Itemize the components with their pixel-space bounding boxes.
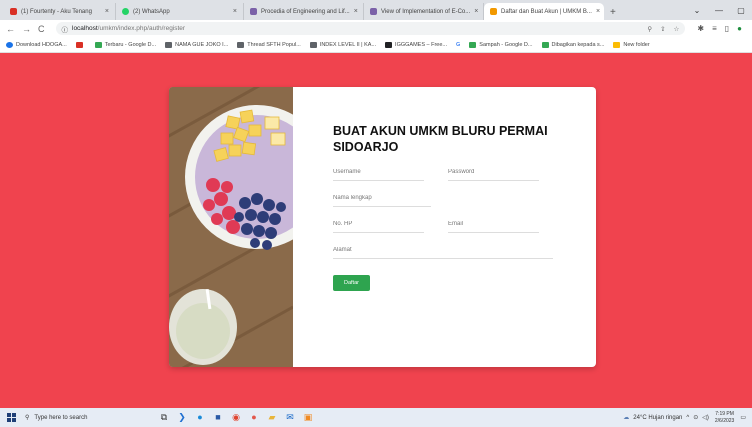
app-icon[interactable]: ▣ bbox=[299, 412, 317, 423]
drive-icon bbox=[94, 41, 102, 48]
address-input[interactable] bbox=[333, 247, 553, 259]
register-card: BUAT AKUN UMKM BLURU PERMAI SIDOARJO Daf… bbox=[169, 87, 596, 367]
search-icon: ⚲ bbox=[25, 415, 30, 421]
new-tab-button[interactable]: + bbox=[604, 7, 622, 20]
speaker-icon[interactable]: ◁) bbox=[702, 414, 709, 421]
maximize-button[interactable]: ▢ bbox=[730, 6, 752, 15]
register-form: BUAT AKUN UMKM BLURU PERMAI SIDOARJO Daf… bbox=[333, 123, 563, 291]
reload-icon[interactable]: C bbox=[38, 24, 45, 34]
form-title: BUAT AKUN UMKM BLURU PERMAI SIDOARJO bbox=[333, 124, 548, 154]
food-photo bbox=[169, 87, 293, 367]
bookmark-icon bbox=[165, 41, 173, 48]
minimize-button[interactable]: — bbox=[708, 6, 730, 15]
window-controls: ⌄ — ▢ bbox=[686, 0, 752, 20]
info-icon: ⓘ bbox=[61, 26, 69, 34]
phone-input[interactable] bbox=[333, 221, 424, 233]
store-icon[interactable]: ■ bbox=[209, 412, 227, 423]
bookmark-item[interactable]: New folder bbox=[613, 41, 650, 48]
weather-icon[interactable]: ☁ bbox=[623, 414, 629, 421]
file-explorer-icon[interactable]: ▰ bbox=[263, 412, 281, 423]
password-input[interactable] bbox=[448, 169, 539, 181]
bookmark-item[interactable] bbox=[75, 41, 86, 48]
windows-taskbar: ⚲ Type here to search ⧉ ❯ ● ■ ◉ ● ▰ ✉ ▣ … bbox=[0, 408, 752, 427]
system-tray: ☁ 24°C Hujan ringan ^ ⊙ ◁) 7:19 PM 2/6/2… bbox=[623, 411, 746, 424]
mail-icon[interactable]: ✉ bbox=[281, 412, 299, 423]
bookmark-star-icon[interactable]: ☆ bbox=[674, 25, 680, 33]
bookmark-item[interactable]: Terbaru - Google D... bbox=[94, 41, 156, 48]
page-icon bbox=[490, 8, 497, 15]
bookmark-icon bbox=[6, 41, 13, 48]
bookmark-icon bbox=[309, 41, 317, 48]
bookmark-item[interactable]: NAMA GUE JOKO I... bbox=[165, 41, 228, 48]
tab-whatsapp[interactable]: (2) WhatsApp × bbox=[116, 3, 244, 20]
tab-fourtenty[interactable]: (1) Fourtenty - Aku Tenang × bbox=[4, 3, 116, 20]
smoothie-bowl-illustration bbox=[169, 87, 293, 367]
tab-procedia[interactable]: Procedia of Engineering and Lif... × bbox=[244, 3, 364, 20]
notification-icon[interactable]: ▭ bbox=[740, 414, 746, 421]
page-viewport: BUAT AKUN UMKM BLURU PERMAI SIDOARJO Daf… bbox=[0, 53, 752, 408]
document-icon bbox=[370, 8, 377, 15]
vscode-icon[interactable]: ❯ bbox=[173, 412, 191, 423]
clock[interactable]: 7:19 PM 2/6/2023 bbox=[715, 411, 734, 424]
youtube-icon bbox=[75, 41, 83, 48]
drive-icon bbox=[541, 41, 549, 48]
sidebar-icon[interactable]: ▯ bbox=[725, 24, 729, 33]
back-arrow-icon[interactable]: ← bbox=[6, 24, 15, 34]
close-icon[interactable]: × bbox=[592, 8, 600, 15]
tab-implementation[interactable]: View of Implementation of E-Co... × bbox=[364, 3, 484, 20]
share-icon[interactable]: ⇪ bbox=[660, 25, 665, 33]
address-bar: ← → C ⓘ localhost /umkm/index.php/auth/r… bbox=[0, 20, 752, 37]
folder-icon bbox=[613, 41, 621, 48]
bookmark-item[interactable]: IGGGAMES – Free... bbox=[385, 41, 447, 48]
windows-start-button[interactable] bbox=[3, 413, 19, 422]
chevron-up-icon[interactable]: ^ bbox=[686, 415, 689, 421]
register-button[interactable]: Daftar bbox=[333, 275, 370, 291]
bookmark-icon bbox=[237, 41, 245, 48]
bookmark-icon bbox=[385, 41, 393, 48]
bookmark-item[interactable]: G bbox=[456, 42, 460, 48]
whatsapp-icon bbox=[122, 8, 129, 15]
bookmark-item[interactable]: Dibagikan kepada s... bbox=[541, 41, 604, 48]
profile-avatar[interactable]: ● bbox=[737, 24, 742, 33]
youtube-icon bbox=[10, 8, 17, 15]
bookmark-item[interactable]: Thread SFTH Popul... bbox=[237, 41, 301, 48]
close-icon[interactable]: × bbox=[101, 8, 109, 15]
document-icon bbox=[250, 8, 257, 15]
taskbar-search[interactable]: ⚲ Type here to search bbox=[19, 410, 109, 425]
zoom-icon[interactable]: ⚲ bbox=[647, 25, 652, 33]
bookmark-item[interactable]: Download HDOGA... bbox=[6, 41, 67, 48]
edge-icon[interactable]: ● bbox=[191, 412, 209, 423]
extension-icon[interactable]: ✱ bbox=[697, 24, 704, 33]
forward-arrow-icon[interactable]: → bbox=[22, 24, 31, 34]
fullname-input[interactable] bbox=[333, 195, 431, 207]
username-input[interactable] bbox=[333, 169, 424, 181]
email-input[interactable] bbox=[448, 221, 539, 233]
url-field[interactable]: ⓘ localhost /umkm/index.php/auth/registe… bbox=[55, 22, 686, 35]
bookmarks-bar: Download HDOGA... Terbaru - Google D... … bbox=[0, 37, 752, 53]
reading-list-icon[interactable]: ≡ bbox=[712, 24, 717, 33]
app-icon[interactable]: ● bbox=[245, 412, 263, 423]
close-icon[interactable]: × bbox=[350, 8, 358, 15]
drive-icon bbox=[469, 41, 477, 48]
close-icon[interactable]: × bbox=[229, 8, 237, 15]
tab-register-umkm[interactable]: Daftar dan Buat Akun | UMKM B... × bbox=[484, 3, 604, 20]
chrome-icon[interactable]: ◉ bbox=[227, 412, 245, 423]
task-view-icon[interactable]: ⧉ bbox=[155, 412, 173, 423]
taskbar-apps: ⧉ ❯ ● ■ ◉ ● ▰ ✉ ▣ bbox=[155, 412, 317, 423]
browser-tab-strip: (1) Fourtenty - Aku Tenang × (2) WhatsAp… bbox=[0, 0, 752, 20]
network-icon[interactable]: ⊙ bbox=[693, 414, 698, 421]
close-icon[interactable]: × bbox=[470, 8, 478, 15]
bookmark-item[interactable]: INDEX LEVEL II | KA... bbox=[309, 41, 376, 48]
windows-logo-icon bbox=[6, 413, 16, 422]
bookmark-item[interactable]: Sampah - Google D... bbox=[469, 41, 533, 48]
tab-search-icon[interactable]: ⌄ bbox=[686, 6, 708, 15]
